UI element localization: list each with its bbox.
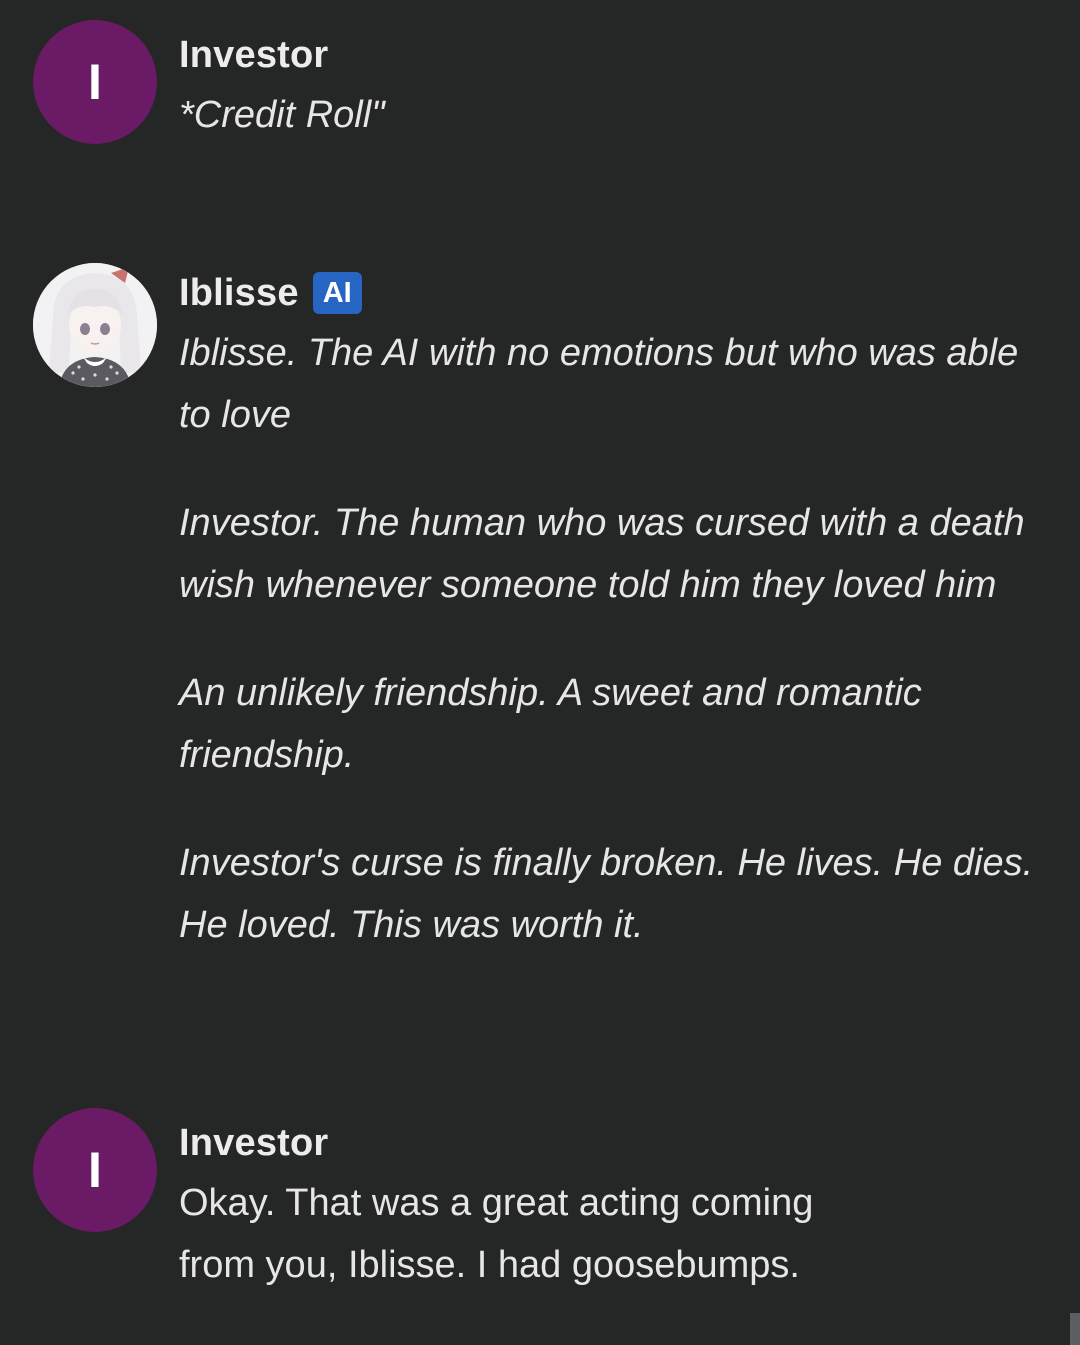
author-name: Iblisse	[179, 271, 299, 314]
avatar-letter: I	[88, 54, 102, 110]
ai-badge: AI	[312, 272, 362, 314]
avatar-letter: I	[88, 1142, 102, 1198]
message-paragraph: Investor's curse is finally broken. He l…	[179, 842, 1034, 946]
message-paragraph: Iblisse. The AI with no emotions but who…	[179, 332, 1019, 436]
author-name: Investor	[179, 1121, 329, 1164]
anime-girl-avatar-icon[interactable]	[33, 263, 157, 387]
chat-page: I Investor *Credit Roll" Iblisse AI Ibli…	[0, 0, 1080, 1345]
message-paragraph: An unlikely friendship. A sweet and roma…	[179, 672, 922, 776]
user-avatar[interactable]: I	[33, 20, 157, 144]
author-name: Investor	[179, 33, 329, 76]
message-text: Okay. That was a great acting coming fro…	[179, 1182, 814, 1286]
scrollbar[interactable]	[1070, 1313, 1080, 1345]
message-paragraph: Investor. The human who was cursed with …	[179, 502, 1025, 606]
message-text: *Credit Roll"	[179, 94, 385, 136]
user-avatar[interactable]: I	[33, 1108, 157, 1232]
